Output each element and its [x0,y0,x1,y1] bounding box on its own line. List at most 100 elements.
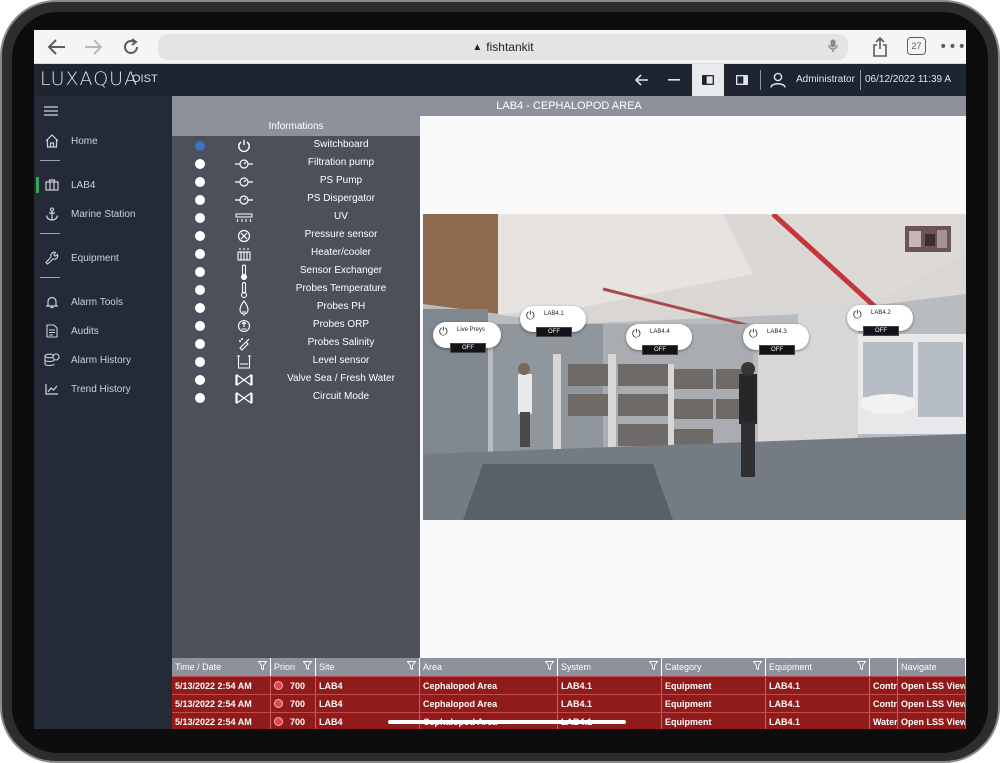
column-header[interactable] [870,658,898,676]
legend-row[interactable]: Probes ORP [172,317,420,335]
share-icon[interactable] [867,34,893,60]
legend-row[interactable]: Valve Sea / Fresh Water [172,371,420,389]
tabs-button[interactable]: 27 [907,37,926,55]
trend-chart-icon [44,383,60,395]
sidebar-item-audits[interactable]: Audits [34,318,172,344]
sidebar-item-alarm-history[interactable]: Alarm History [34,347,172,373]
column-header[interactable]: Equipment [766,658,870,676]
url-text: fishtankit [486,40,534,54]
legend-radio[interactable] [195,267,205,277]
legend-radio[interactable] [195,195,205,205]
table-cell-text: LAB4.1 [769,698,801,709]
power-icon[interactable]: ⏻ [526,309,535,323]
legend-row[interactable]: UV [172,209,420,227]
table-cell: LAB4 [316,695,420,712]
table-cell: Contr [870,695,898,712]
power-icon[interactable]: ⏻ [632,327,641,341]
legend-radio[interactable] [195,213,205,223]
sidebar-item-alarm-tools[interactable]: Alarm Tools [34,289,172,315]
legend-row[interactable]: Probes Temperature [172,281,420,299]
status-badge: OFF [863,326,899,336]
sidebar-item-lab4[interactable]: LAB4 [34,172,172,198]
table-cell-text: LAB4.1 [769,680,801,691]
sidebar-item-trend-history[interactable]: Trend History [34,376,172,402]
layout-left-icon[interactable] [692,64,724,96]
hamburger-icon[interactable] [44,104,58,120]
filter-icon[interactable] [752,661,763,672]
forward-arrow-icon[interactable] [80,34,106,60]
priority-icon [274,681,283,690]
legend-row[interactable]: Heater/cooler [172,245,420,263]
microphone-icon[interactable] [828,39,838,56]
legend-radio[interactable] [195,303,205,313]
more-icon[interactable]: ••• [939,34,966,60]
legend-radio[interactable] [195,285,205,295]
column-header[interactable]: Category [662,658,766,676]
column-header[interactable]: Site [316,658,420,676]
sidebar-item-marine-station[interactable]: Marine Station [34,201,172,227]
legend-row[interactable]: Circuit Mode [172,389,420,407]
user-icon[interactable] [762,64,794,96]
legend-radio[interactable] [195,339,205,349]
legend-row[interactable]: Probes PH [172,299,420,317]
legend-row[interactable]: PS Pump [172,173,420,191]
table-cell: LAB4.1 [766,695,870,712]
home-indicator[interactable] [388,720,626,724]
column-header[interactable]: System [558,658,662,676]
legend-row[interactable]: Level sensor [172,353,420,371]
sidebar-divider [40,277,60,278]
filter-icon[interactable] [544,661,555,672]
status-badge: OFF [450,343,486,353]
browser-toolbar: ▲ fishtankit 27 ••• [34,30,966,64]
legend-radio[interactable] [195,393,205,403]
back-arrow-icon[interactable] [44,34,70,60]
layout-right-icon[interactable] [726,64,758,96]
legend-radio[interactable] [195,141,205,151]
legend-row[interactable]: Switchboard [172,137,420,155]
legend-radio[interactable] [195,231,205,241]
table-cell-text: 700 [290,716,306,727]
legend-row[interactable]: Probes Salinity [172,335,420,353]
table-cell: 5/13/2022 2:54 AM [172,695,271,712]
legend-radio[interactable] [195,177,205,187]
table-cell-text: Cephalopod Area [423,680,498,691]
legend-row[interactable]: Pressure sensor [172,227,420,245]
bell-icon [44,295,60,309]
column-header[interactable]: Priori [271,658,316,676]
power-icon[interactable]: ⏻ [749,327,758,341]
user-name[interactable]: Administrator [796,74,855,85]
power-icon[interactable]: ⏻ [439,325,448,339]
legend-radio[interactable] [195,357,205,367]
back-icon[interactable] [626,64,658,96]
reload-icon[interactable] [118,34,144,60]
open-lss-view-link[interactable]: Open LSS View [898,677,966,694]
legend-radio[interactable] [195,249,205,259]
sidebar-item-home[interactable]: Home [34,128,172,154]
filter-icon[interactable] [856,661,867,672]
open-lss-view-link[interactable]: Open LSS View [898,713,966,729]
legend-radio[interactable] [195,159,205,169]
filter-icon[interactable] [302,661,313,672]
column-header[interactable]: Time / Date [172,658,271,676]
orp-probe-icon [234,318,254,334]
legend-radio[interactable] [195,375,205,385]
lab-3d-scene: ⏻ Live Preys OFF ⏻ LAB4.1 OFF ⏻ LAB4.4 OFF ⏻ LAB4.… [423,214,966,520]
legend-row[interactable]: PS Dispergator [172,191,420,209]
filter-icon[interactable] [257,661,268,672]
minimap-thumbnail[interactable] [905,226,951,252]
column-header[interactable]: Navigate [898,658,966,676]
table-row[interactable]: 5/13/2022 2:54 AM 700 LAB4 Cephalopod Area L… [172,694,966,712]
legend-row[interactable]: Filtration pump [172,155,420,173]
open-lss-view-link[interactable]: Open LSS View [898,695,966,712]
table-cell-text: Equipment [665,680,712,691]
sidebar-item-equipment[interactable]: Equipment [34,245,172,271]
filter-icon[interactable] [648,661,659,672]
minimize-icon[interactable] [658,64,690,96]
legend-row[interactable]: Sensor Exchanger [172,263,420,281]
column-header[interactable]: Area [420,658,558,676]
table-row[interactable]: 5/13/2022 2:54 AM 700 LAB4 Cephalopod Area L… [172,676,966,694]
filter-icon[interactable] [406,661,417,672]
power-icon[interactable]: ⏻ [853,308,862,322]
address-bar[interactable]: ▲ fishtankit [158,34,848,60]
legend-radio[interactable] [195,321,205,331]
